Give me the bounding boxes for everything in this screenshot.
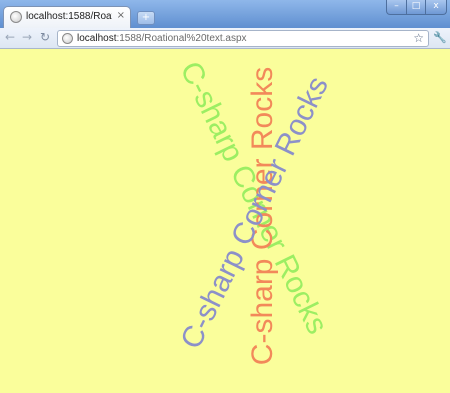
- reload-icon[interactable]: ↻: [40, 30, 50, 45]
- url-host: localhost: [77, 33, 117, 44]
- page-content: C-sharp Corner Rocks C-sharp Corner Rock…: [0, 49, 450, 393]
- wrench-menu-icon[interactable]: 🔧: [433, 31, 447, 45]
- tab-title: localhost:1588/Roational text: [26, 11, 112, 22]
- tab-active[interactable]: localhost:1588/Roational text ×: [3, 6, 131, 28]
- close-window-button[interactable]: x: [425, 0, 447, 15]
- url-path: :1588/Roational%20text.aspx: [116, 33, 247, 44]
- tab-close-icon[interactable]: ×: [117, 10, 125, 22]
- minimize-button[interactable]: –: [386, 0, 407, 15]
- site-favicon-icon: [62, 33, 73, 44]
- browser-window: localhost:1588/Roational text × + – □ x …: [0, 0, 450, 393]
- address-bar[interactable]: localhost:1588/Roational%20text.aspx ☆: [57, 30, 429, 47]
- url-text[interactable]: localhost:1588/Roational%20text.aspx: [77, 32, 247, 45]
- back-arrow-icon[interactable]: ←: [5, 30, 15, 45]
- browser-toolbar: ← → ↻ localhost:1588/Roational%20text.as…: [0, 28, 450, 49]
- title-bar: localhost:1588/Roational text × + – □ x: [0, 0, 450, 28]
- new-tab-button[interactable]: +: [137, 11, 155, 25]
- maximize-button[interactable]: □: [406, 0, 426, 15]
- forward-arrow-icon[interactable]: →: [22, 30, 32, 45]
- page-favicon-icon: [10, 11, 22, 23]
- bookmark-star-icon[interactable]: ☆: [413, 31, 424, 46]
